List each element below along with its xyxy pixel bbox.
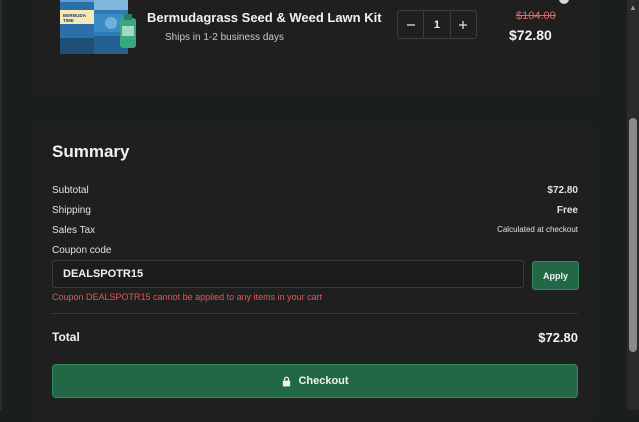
total-label: Total (52, 330, 80, 344)
quantity-value[interactable]: 1 (423, 11, 451, 38)
coupon-code-input[interactable] (52, 260, 524, 288)
sales-tax-label: Sales Tax (52, 225, 96, 236)
shipping-note: Ships in 1-2 business days (165, 32, 284, 43)
summary-divider (52, 313, 578, 314)
sales-tax-value: Calculated at checkout (497, 225, 578, 234)
page-edge (0, 0, 2, 410)
lock-icon (283, 376, 291, 387)
item-price: $72.80 (509, 27, 552, 43)
scrollbar[interactable]: ▲ (627, 0, 639, 410)
checkout-button[interactable]: Checkout (52, 364, 578, 398)
decrease-quantity-button[interactable] (398, 11, 423, 38)
svg-text:sunday: sunday (63, 0, 81, 1)
checkout-label: Checkout (298, 375, 349, 387)
summary-title: Summary (52, 142, 130, 161)
increase-quantity-button[interactable] (451, 11, 476, 38)
plus-icon (459, 20, 468, 29)
coupon-error-message: Coupon DEALSPOTR15 cannot be applied to … (52, 292, 323, 302)
apply-coupon-button[interactable]: Apply (532, 261, 579, 290)
scroll-up-icon[interactable]: ▲ (628, 3, 638, 13)
remove-item-icon[interactable] (559, 0, 569, 4)
original-price: $104.00 (516, 10, 556, 22)
product-image[interactable]: sunday BERMUDA TIME (54, 0, 146, 56)
svg-text:TIME: TIME (63, 18, 74, 23)
shipping-value: Free (556, 205, 578, 216)
minus-icon (406, 23, 415, 26)
subtotal-value: $72.80 (547, 185, 578, 196)
quantity-stepper: 1 (397, 10, 477, 39)
shipping-row: Shipping Free (52, 205, 578, 216)
summary-card: Summary Subtotal $72.80 Shipping Free Sa… (32, 122, 598, 422)
scrollbar-thumb[interactable] (629, 118, 637, 352)
total-value: $72.80 (538, 330, 578, 345)
total-row: Total $72.80 (52, 330, 578, 345)
subtotal-row: Subtotal $72.80 (52, 185, 578, 196)
sales-tax-row: Sales Tax Calculated at checkout (52, 225, 578, 236)
shipping-label: Shipping (52, 205, 91, 216)
subtotal-label: Subtotal (52, 185, 89, 196)
product-title[interactable]: Bermudagrass Seed & Weed Lawn Kit (147, 10, 382, 25)
cart-item-card: sunday BERMUDA TIME Bermudagrass Seed & … (32, 0, 598, 95)
coupon-label: Coupon code (52, 245, 112, 256)
